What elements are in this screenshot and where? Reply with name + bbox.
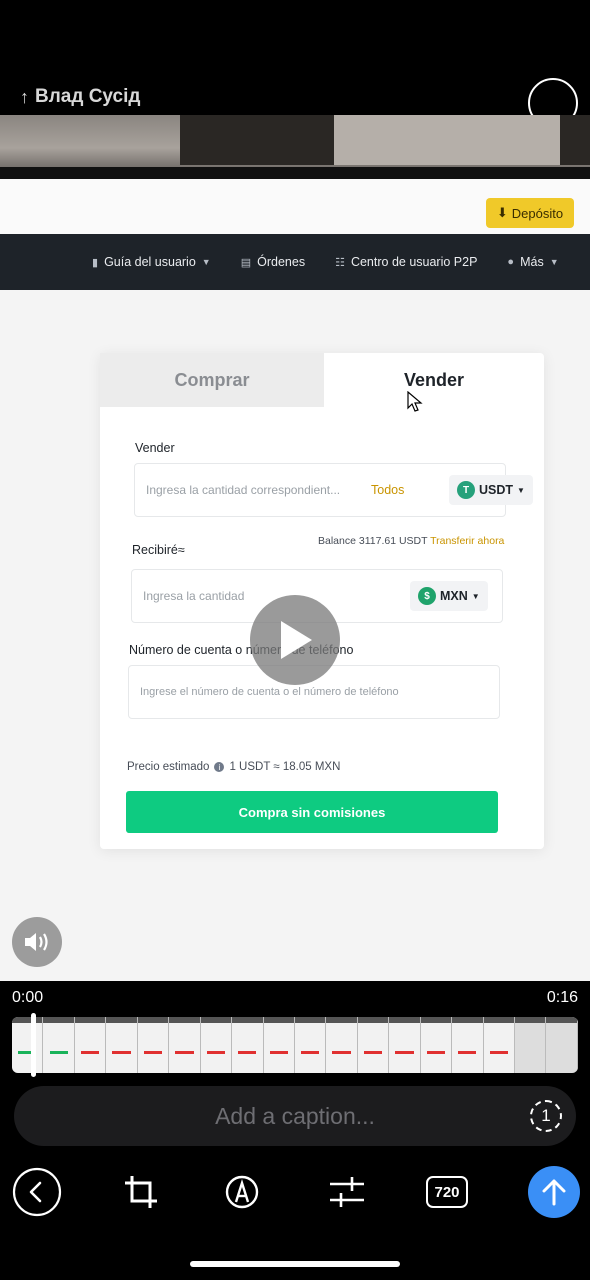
sell-amount-field: Ingresa la cantidad correspondient... To… [134,463,533,517]
timeline-frame [200,1017,233,1073]
back-icon [12,1167,62,1217]
account-placeholder: Ingrese el número de cuenta o el número … [140,686,399,698]
recipient-name: Влад Сусід [35,86,141,107]
play-icon [281,621,312,659]
background-shelf-right [560,115,590,165]
timeline-frame [12,1017,44,1073]
sell-placeholder: Ingresa la cantidad correspondient... [146,483,341,497]
up-arrow-icon: ↑ [20,86,29,107]
precio-value: 1 USDT ≈ 18.05 MXN [229,761,341,773]
caret-down-icon: ▼ [549,257,559,267]
background-shelf [180,115,330,165]
quality-button[interactable]: 720 [421,1166,473,1218]
caret-down-icon: ▼ [517,485,525,495]
deposit-button: ⬇ Depósito [486,198,574,228]
caption-placeholder: Add a caption... [215,1102,375,1129]
home-indicator[interactable] [190,1261,400,1267]
more-icon: ● [507,256,515,268]
sound-toggle-button[interactable] [12,917,62,967]
balance-line: Balance 3117.61 USDT Transferir ahora [318,535,504,547]
nav-guide: ▮ Guía del usuario ▼ [92,255,211,269]
timeline-frame [263,1017,295,1073]
nav-more: ● Más ▼ [507,255,558,269]
timeline-frame [106,1017,138,1073]
nav-user-center-label: Centro de usuario P2P [350,255,478,269]
timeline-frame [294,1017,327,1073]
sell-coin-select: T USDT ▼ [449,475,533,505]
book-icon: ▮ [92,256,99,269]
timeline-frame [169,1017,201,1073]
user-center-icon: ☷ [335,256,345,269]
buy-no-fees-button: Compra sin comisiones [126,791,498,833]
timeline-frame [357,1017,390,1073]
info-icon: i [214,762,225,772]
site-header: ⬇ Depósito [0,179,590,234]
todos-link: Todos [371,483,405,497]
nav-guide-label: Guía del usuario [104,255,196,269]
tab-sell: Vender [403,369,465,390]
receive-placeholder: Ingresa la cantidad [143,589,245,603]
nav-orders: ▤ Órdenes [241,255,305,269]
nav-user-center: ☷ Centro de usuario P2P [335,255,477,269]
transfer-link: Transferir ahora [430,535,505,547]
timeline-frame [232,1017,264,1073]
background-wall [330,115,560,165]
timeline-frame [389,1017,421,1073]
deposit-label: Depósito [511,205,564,221]
download-icon: ⬇ [496,205,508,220]
timeline-frame [43,1017,75,1073]
sliders-icon [330,1177,364,1207]
timeline-frame [420,1017,453,1073]
nav-orders-label: Órdenes [257,255,306,269]
caption-input[interactable]: Add a caption... [14,1086,576,1146]
pen-icon [225,1175,259,1209]
trim-start-time: 0:00 [12,989,44,1006]
view-once-button[interactable]: 1 [530,1100,562,1132]
receive-coin-select: $ MXN ▼ [410,581,488,611]
crop-button[interactable] [115,1166,167,1218]
timeline-frame [452,1017,484,1073]
back-button[interactable] [11,1166,63,1218]
sell-label: Vender [135,441,175,455]
recipient-header: ↑ Влад Сусід [20,86,140,108]
website-in-video: ⬇ Depósito ▮ Guía del usuario ▼ ▤ Órdene… [0,179,590,981]
dollar-coin-icon: $ [418,587,436,605]
video-preview[interactable]: ⬇ Depósito ▮ Guía del usuario ▼ ▤ Órdene… [0,115,590,981]
timeline-frame [326,1017,358,1073]
timeline-frame [515,1017,547,1073]
caret-down-icon: ▼ [471,591,480,601]
timeline-frame [74,1017,107,1073]
crop-icon [125,1176,157,1208]
timeline-frame [546,1017,578,1073]
tether-icon: T [457,481,475,499]
tab-buy: Comprar [100,353,324,407]
speaker-icon [25,933,48,951]
send-button[interactable] [528,1166,580,1218]
estimated-price: Precio estimado i 1 USDT ≈ 18.05 MXN [127,761,340,773]
timeline-frame [137,1017,170,1073]
play-button[interactable] [250,595,340,685]
view-once-icon: 1 [541,1106,551,1125]
document-icon: ▤ [240,256,252,269]
timeline-frame [483,1017,515,1073]
p2p-trade-card: Comprar Vender Vender Ingresa la cantida… [100,353,544,849]
caret-down-icon: ▼ [201,257,211,267]
sell-coin-label: USDT [479,483,514,497]
adjust-button[interactable] [321,1166,373,1218]
precio-label: Precio estimado [127,761,210,773]
balance-text: Balance 3117.61 USDT [318,535,428,547]
nav-more-label: Más [520,255,544,269]
receive-coin-label: MXN [440,589,468,603]
receive-label: Recibiré≈ [132,543,185,557]
video-timeline[interactable] [12,1017,578,1073]
video-editor-screen: ↑ Влад Сусід ⬇ Depósito ▮ Guía del usuar… [0,0,590,1280]
trim-end-time: 0:16 [546,989,578,1006]
mouse-cursor-icon [407,391,423,412]
send-arrow-icon [542,1179,566,1206]
quality-badge: 720 [426,1176,468,1208]
background-room [0,115,590,170]
draw-button[interactable] [216,1166,268,1218]
timeline-scrubber-handle[interactable] [31,1013,36,1077]
site-navbar: ▮ Guía del usuario ▼ ▤ Órdenes ☷ Centro … [0,234,590,290]
